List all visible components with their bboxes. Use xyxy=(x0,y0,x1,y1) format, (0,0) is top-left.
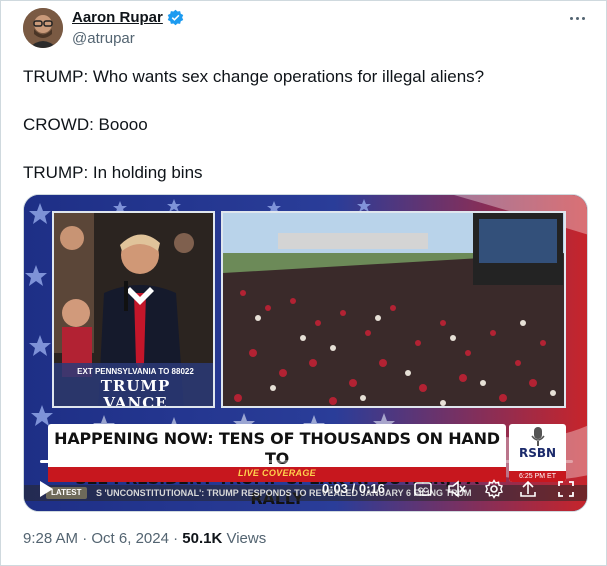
network-name: RSBN xyxy=(518,446,557,460)
author-name-row: Aaron Rupar xyxy=(72,9,184,26)
tweet-metadata: 9:28 AM · Oct 6, 2024 · 50.1K Views xyxy=(23,530,267,547)
tweet-card: Aaron Rupar @atrupar TRUMP: Who wants se… xyxy=(0,0,607,566)
video-player[interactable]: EXT PENNSYLVANIA TO 88022 TRUMP VANCE HA… xyxy=(23,194,588,512)
crowd-video-panel xyxy=(221,211,566,408)
captions-icon[interactable]: CC xyxy=(413,479,433,499)
author-avatar[interactable] xyxy=(23,8,63,48)
more-horizontal-icon xyxy=(569,16,573,20)
tweet-line: TRUMP: Who wants sex change operations f… xyxy=(23,67,485,86)
author-handle[interactable]: @atrupar xyxy=(72,30,135,47)
tweet-line: TRUMP: In holding bins xyxy=(23,163,203,182)
text-to-join-banner: EXT PENNSYLVANIA TO 88022 xyxy=(77,367,194,376)
trump-banner: TRUMP xyxy=(100,377,171,395)
views-label: Views xyxy=(222,530,267,547)
headline-line-1: HAPPENING NOW: TENS OF THOUSANDS ON HAND… xyxy=(54,429,500,468)
video-controls: 0:03 / 0:16 CC xyxy=(24,479,587,501)
play-icon[interactable] xyxy=(38,480,54,498)
tweet-text: TRUMP: Who wants sex change operations f… xyxy=(23,65,583,185)
network-logo: RSBN 6:25 PM ET xyxy=(509,424,566,482)
tweet-date[interactable]: Oct 6, 2024 xyxy=(91,530,169,547)
views-count: 50.1K xyxy=(182,530,223,547)
video-progress-bar[interactable] xyxy=(40,460,573,463)
fullscreen-icon[interactable] xyxy=(556,479,576,499)
volume-muted-icon[interactable] xyxy=(447,479,467,499)
gear-icon[interactable] xyxy=(484,479,504,499)
author-display-name[interactable]: Aaron Rupar xyxy=(72,9,163,26)
vance-banner: VANCE xyxy=(103,394,168,408)
video-time: 0:03 / 0:16 xyxy=(322,481,385,496)
share-icon[interactable] xyxy=(518,479,538,499)
tweet-line: CROWD: Boooo xyxy=(23,115,148,134)
svg-text:CC: CC xyxy=(418,488,428,495)
verified-badge-icon xyxy=(167,9,184,26)
tweet-time[interactable]: 9:28 AM xyxy=(23,530,78,547)
more-options-button[interactable] xyxy=(566,9,588,27)
live-coverage-label: LIVE COVERAGE xyxy=(238,468,316,478)
microphone-icon xyxy=(531,427,545,446)
speaker-video-panel: EXT PENNSYLVANIA TO 88022 TRUMP VANCE xyxy=(52,211,215,408)
video-progress-fill xyxy=(40,460,140,463)
crowd-scene xyxy=(223,213,564,406)
